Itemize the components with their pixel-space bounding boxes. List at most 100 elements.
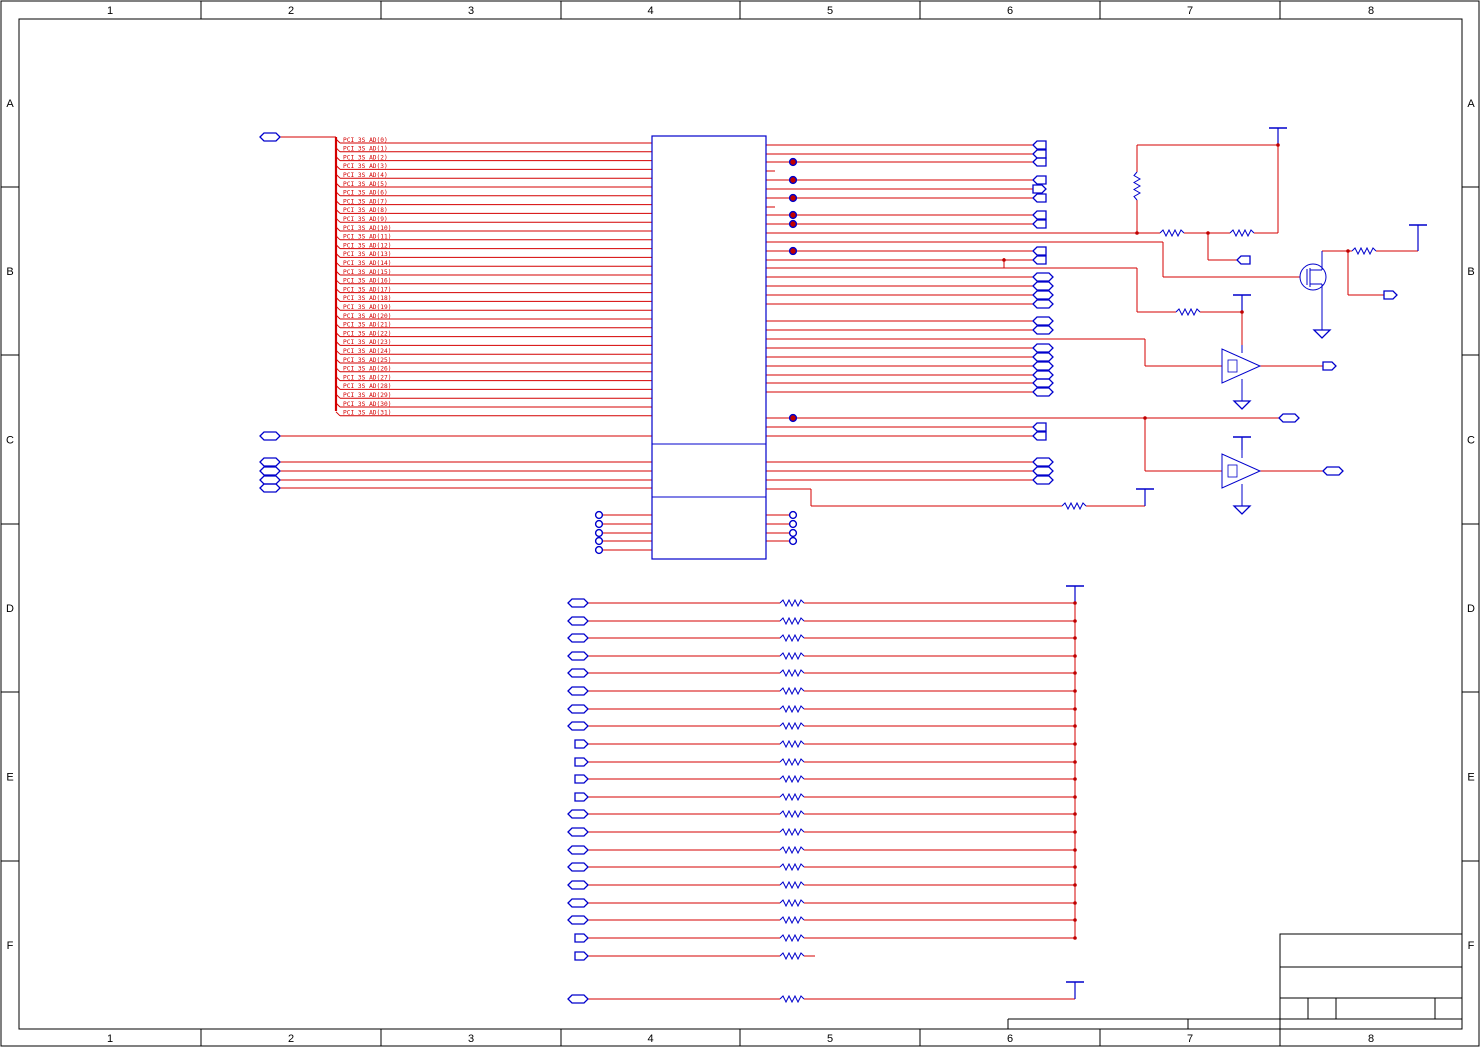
resistor-icon [1229,228,1255,238]
junction-dot [1073,812,1077,816]
net-labels: PCI_3S_AD(0) PCI_3S_AD(1)PCI_3S_AD(2) PCI_… [343,137,391,417]
column-label: 8 [1368,5,1374,17]
column-label: 3 [468,5,474,17]
hexagon-port-icon [1032,272,1054,282]
resistor-icon [779,721,805,731]
hexagon-port-icon [567,598,589,608]
hexagon-port-icon [567,880,589,890]
resistor-icon [779,933,805,943]
input-port-icon [1032,175,1047,185]
zone-labels: 1 1 2 2 3 3 4 4 5 5 6 6 7 7 8 8 A A B B C C D D E E F F [6,5,1475,1045]
no-connect-circle-icon [788,528,798,538]
junction-dot [1073,619,1077,623]
hexagon-port-icon [1032,299,1054,309]
schematic-sheet: 1 1 2 2 3 3 4 4 5 5 6 6 7 7 8 8 A A B B C C D D E E F F PCI_3S_AD(0… [0,0,1480,1047]
hexagon-port-icon [567,704,589,714]
bus-port-icon [259,132,281,142]
row-label: A [6,98,14,110]
column-label: 6 [1007,1033,1013,1045]
resistor-icon [779,668,805,678]
output-port-icon [574,951,589,961]
net-label: PCI_3S_AD(24) [343,348,391,355]
net-label: PCI_3S_AD(15) [343,269,391,276]
input-port-icon [1032,210,1047,220]
output-port-icon [574,739,589,749]
output-port-icon [574,757,589,767]
row-label: C [6,435,14,447]
resistor-icon [779,774,805,784]
resistor-icon [779,827,805,837]
ground-icon [1312,329,1332,339]
row-label: D [1467,603,1475,615]
column-label: 7 [1187,5,1193,17]
net-label: PCI_3S_AD(27) [343,374,391,381]
net-label: PCI_3S_AD(6) [343,190,388,197]
hexagon-port-icon [1032,325,1054,335]
junction-dot [1073,724,1077,728]
resistor-icon [779,994,805,1004]
hexagon-port-icon [259,457,281,467]
column-label: 2 [288,1033,294,1045]
no-connect-circle-icon [594,528,604,538]
hexagon-port-icon [567,915,589,925]
junction-dot [1073,777,1077,781]
net-label: PCI_3S_AD(9) [343,216,388,223]
hexagon-port-icon [567,616,589,626]
resistor-icon [1175,307,1201,317]
resistor-icon [779,686,805,696]
column-label: 7 [1187,1033,1193,1045]
hexagon-port-icon [1032,466,1054,476]
bus-entry [335,411,341,417]
junction-dot [1073,760,1077,764]
net-label: PCI_3S_AD(22) [343,330,391,337]
resistor-icon [779,651,805,661]
resistor-icon [1351,246,1377,256]
junction-dot [1135,231,1139,235]
hexagon-port-icon [567,845,589,855]
net-label: PCI_3S_AD(4) [343,172,388,179]
net-label: PCI_3S_AD(31) [343,410,391,417]
row-label: B [1467,266,1474,278]
net-label: PCI_3S_AD(29) [343,392,391,399]
hexagon-port-icon [1032,316,1054,326]
components [259,127,1427,1004]
resistor-icon [779,598,805,608]
opamp-inner-icon [1227,359,1238,373]
net-label: PCI_3S_AD(7) [343,198,388,205]
hexagon-port-icon [567,898,589,908]
sheet-frame [0,0,1480,1047]
hexagon-port-icon [1032,387,1054,397]
junction-dot [1073,830,1077,834]
ground-icon [1232,505,1252,515]
no-connect-circle-icon [594,536,604,546]
input-port-icon [1032,149,1047,159]
junction-dot [1073,848,1077,852]
hexagon-port-icon [567,721,589,731]
column-label: 1 [107,1033,113,1045]
junction-dot [1073,918,1077,922]
resistor-icon [779,809,805,819]
output-port-icon [1032,184,1047,194]
resistor-icon [779,845,805,855]
net-label: PCI_3S_AD(14) [343,260,391,267]
column-label: 4 [647,1033,653,1045]
hexagon-port-icon [1032,457,1054,467]
hexagon-port-icon [259,466,281,476]
hexagon-port-icon [567,686,589,696]
junction-dot [1073,636,1077,640]
hexagon-port-icon [567,827,589,837]
net-label: PCI_3S_AD(19) [343,304,391,311]
row-label: D [6,603,14,615]
net-label: PCI_3S_AD(12) [343,242,391,249]
net-label: PCI_3S_AD(10) [343,225,391,232]
hexagon-port-icon [259,483,281,493]
resistor-icon [779,616,805,626]
no-connect-circle-icon [788,519,798,529]
junction-dot [1073,795,1077,799]
resistor-icon [779,862,805,872]
hexagon-port-icon [1032,475,1054,485]
resistor-icon [1159,228,1185,238]
input-port-icon [1032,422,1047,432]
output-port-icon [574,792,589,802]
net-label: PCI_3S_AD(16) [343,278,391,285]
